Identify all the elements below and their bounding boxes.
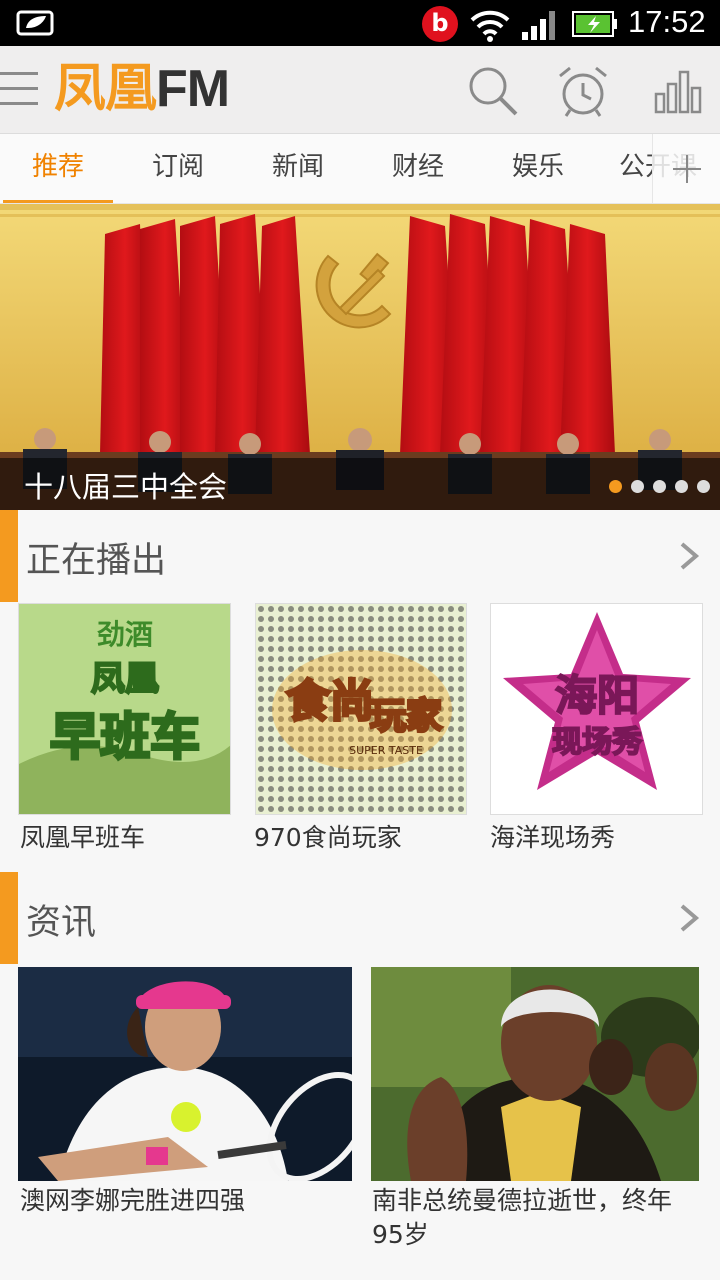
mandela-photo [371, 967, 699, 1181]
search-icon[interactable] [466, 64, 520, 118]
banner-page-indicator [600, 478, 710, 497]
program-name[interactable]: 凤凰早班车 [20, 818, 145, 854]
program-art: 食尚 玩家 SUPER TASTE [256, 604, 466, 814]
tab-entertainment[interactable]: 娱乐 [483, 134, 593, 203]
art-line-1: 海阳 [555, 671, 639, 720]
tab-news[interactable]: 新闻 [243, 134, 353, 203]
now-playing-header[interactable]: 正在播出 [0, 510, 720, 602]
section-title: 资讯 [26, 903, 97, 943]
art-line-2: 现场秀 [552, 725, 642, 760]
news-title[interactable]: 南非总统曼德拉逝世，终年95岁 [372, 1184, 698, 1252]
wifi-icon [470, 10, 510, 42]
program-art: 海阳 现场秀 [491, 604, 702, 814]
program-art: 劲酒 凤凰 早班车 [19, 604, 230, 814]
tab-subscribe[interactable]: 订阅 [123, 134, 233, 203]
section-accent-bar [0, 510, 18, 602]
category-tabs: 推荐 订阅 新闻 财经 娱乐 公开课 [0, 134, 720, 204]
page-dot [697, 480, 710, 493]
art-line-3: 早班车 [50, 708, 200, 766]
featured-banner[interactable]: 十八届三中全会 [0, 204, 720, 510]
tab-finance[interactable]: 财经 [363, 134, 473, 203]
art-line-2: 凤凰 [91, 659, 159, 699]
art-line-1: 食尚 [286, 676, 374, 727]
art-line-3: SUPER TASTE [349, 744, 423, 757]
chevron-right-icon[interactable] [678, 902, 702, 934]
banner-caption: 十八届三中全会 [0, 458, 720, 510]
add-tab-icon[interactable] [652, 134, 720, 203]
section-title: 正在播出 [26, 541, 167, 581]
news-thumbnail[interactable] [18, 967, 352, 1181]
art-line-2: 玩家 [370, 696, 442, 737]
app-logo: 凤凰FM [54, 59, 230, 119]
logo-cn: 凤凰 [54, 59, 157, 119]
art-line-1: 劲酒 [97, 618, 153, 651]
news-title[interactable]: 澳网李娜完胜进四强 [20, 1184, 352, 1218]
banner-title: 十八届三中全会 [24, 470, 228, 504]
tennis-photo [18, 967, 352, 1181]
program-name[interactable]: 海洋现场秀 [490, 818, 615, 854]
program-thumbnail[interactable]: 海阳 现场秀 [490, 603, 703, 815]
notification-icon [16, 10, 54, 36]
program-thumbnail[interactable]: 食尚 玩家 SUPER TASTE [255, 603, 467, 815]
battery-charging-icon [572, 11, 617, 37]
logo-en: FM [156, 60, 230, 118]
app-bar: 凤凰FM [0, 46, 720, 134]
news-header[interactable]: 资讯 [0, 872, 720, 964]
page-dot [631, 480, 644, 493]
chevron-right-icon[interactable] [678, 540, 702, 572]
program-thumbnail[interactable]: 劲酒 凤凰 早班车 [18, 603, 231, 815]
section-accent-bar [0, 872, 18, 964]
page-dot [675, 480, 688, 493]
tab-recommend[interactable]: 推荐 [3, 134, 113, 203]
clock-time: 17:52 [628, 4, 706, 39]
status-bar: 17:52 [0, 0, 720, 46]
bar-chart-icon[interactable] [652, 64, 706, 118]
page-dot [653, 480, 666, 493]
news-thumbnail[interactable] [371, 967, 699, 1181]
page-dot [609, 480, 622, 493]
signal-icon [522, 11, 555, 40]
program-name[interactable]: 970食尚玩家 [254, 818, 402, 854]
beats-icon [422, 6, 458, 42]
menu-icon[interactable] [0, 72, 40, 108]
alarm-clock-icon[interactable] [556, 64, 610, 118]
